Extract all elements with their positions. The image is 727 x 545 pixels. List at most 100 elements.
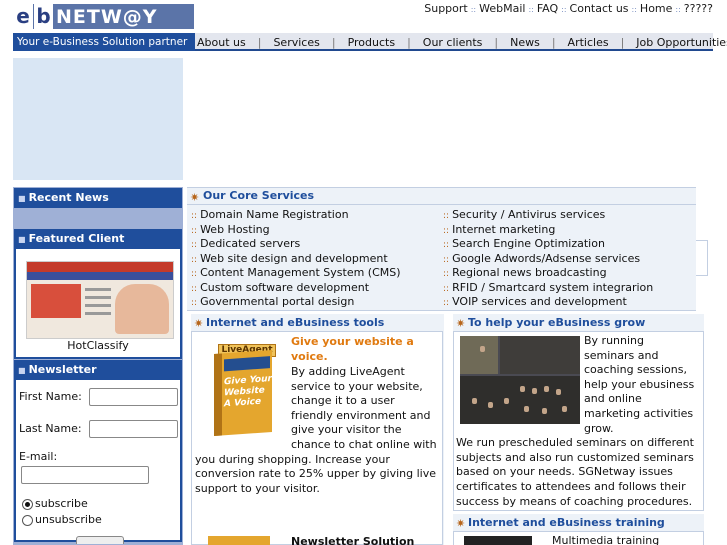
- link-home[interactable]: Home: [640, 2, 672, 15]
- grow-panel: ✷ To help your eBusiness grow By running …: [453, 314, 704, 511]
- service-item[interactable]: :: Custom software development: [191, 281, 369, 294]
- newsletter-solution-title[interactable]: Newsletter Solution: [291, 535, 414, 545]
- tagline: Your e-Business Solution partner: [13, 33, 195, 51]
- grow-description: We run prescheduled seminars on differen…: [456, 436, 694, 508]
- service-item[interactable]: :: Governmental portal design: [191, 295, 354, 308]
- core-services-panel: ✷ Our Core Services :: Domain Name Registr…: [187, 187, 696, 311]
- service-item[interactable]: :: Regional news broadcasting: [443, 266, 607, 279]
- subscribe-radio[interactable]: [22, 499, 33, 510]
- grow-title: To help your eBusiness grow: [468, 316, 646, 329]
- last-name-field[interactable]: [89, 420, 178, 438]
- unsubscribe-radio[interactable]: [22, 515, 33, 526]
- last-name-label: Last Name:: [19, 422, 82, 435]
- menu-articles[interactable]: Articles: [568, 36, 609, 49]
- training-body: Multimedia training: [453, 531, 704, 545]
- recent-news-header: ■ Recent News: [14, 188, 182, 208]
- liveagent-title[interactable]: Give your website a voice.: [291, 335, 414, 364]
- service-item[interactable]: :: Google Adwords/Adsense services: [443, 252, 640, 265]
- tools-title: Internet and eBusiness tools: [206, 316, 385, 329]
- sparkle-icon: ✷: [194, 317, 204, 330]
- sparkle-icon: ✷: [190, 191, 200, 204]
- service-item[interactable]: :: Dedicated servers: [191, 237, 300, 250]
- banner-placeholder: [13, 58, 183, 180]
- link-faq[interactable]: FAQ: [537, 2, 558, 15]
- service-item[interactable]: :: RFID / Smartcard system integrarion: [443, 281, 653, 294]
- menu-our-clients[interactable]: Our clients: [423, 36, 483, 49]
- liveagent-box-text: Give Your Website A Voice: [224, 373, 272, 410]
- training-title: Internet and eBusiness training: [468, 516, 665, 529]
- service-item[interactable]: :: Internet marketing: [443, 223, 555, 236]
- featured-client-box[interactable]: HotClassify: [14, 249, 182, 359]
- logo-letter-b: b: [33, 4, 53, 29]
- bullet-icon: ::: [443, 254, 450, 265]
- grow-intro: By running seminars and coaching session…: [584, 334, 695, 435]
- menu-divider: |: [494, 35, 499, 49]
- service-item[interactable]: :: Web Hosting: [191, 223, 270, 236]
- service-item[interactable]: :: Security / Antivirus services: [443, 208, 605, 221]
- tools-body: LiveAgent Give Your Website A Voice Give…: [191, 331, 443, 545]
- separator-icon: ::: [528, 5, 534, 14]
- tools-panel: ✷ Internet and eBusiness tools LiveAgent …: [191, 314, 444, 545]
- newsletter-product-box[interactable]: [208, 536, 270, 545]
- unsubscribe-label: unsubscribe: [35, 513, 102, 526]
- newsletter-form: First Name: Last Name: E-mail: subscribe…: [14, 380, 182, 544]
- bullet-icon: ::: [443, 240, 450, 250]
- bullet-icon: ::: [191, 283, 198, 294]
- training-header: ✷ Internet and eBusiness training: [453, 514, 665, 531]
- liveagent-product-box[interactable]: LiveAgent Give Your Website A Voice: [202, 342, 282, 437]
- menu-about-us[interactable]: About us: [197, 36, 246, 49]
- bullet-icon: ::: [191, 225, 198, 236]
- link-language[interactable]: ?????: [684, 2, 713, 15]
- first-name-field[interactable]: [89, 388, 178, 406]
- link-support[interactable]: Support: [424, 2, 467, 15]
- link-contact-us[interactable]: Contact us: [570, 2, 629, 15]
- bullet-icon: ::: [443, 211, 450, 221]
- separator-icon: ::: [631, 5, 637, 14]
- top-links: Support:: WebMail:: FAQ:: Contact us:: Home:…: [424, 2, 713, 15]
- bullet-icon: ::: [191, 298, 198, 308]
- liveagent-description-cont: you during shopping. Increase your conve…: [195, 452, 437, 495]
- menu-job-opportunities[interactable]: Job Opportunities: [636, 36, 727, 49]
- featured-client-caption[interactable]: HotClassify: [16, 339, 180, 352]
- link-webmail[interactable]: WebMail: [479, 2, 525, 15]
- newsletter-submit-button[interactable]: [76, 536, 124, 544]
- bullet-icon: ::: [191, 254, 198, 265]
- newsletter-title: Newsletter: [28, 363, 97, 376]
- newsletter-header: ■ Newsletter: [14, 360, 182, 380]
- bullet-icon: ■: [18, 194, 26, 203]
- menu-divider: |: [407, 35, 411, 49]
- tools-header: ✷ Internet and eBusiness tools: [191, 314, 384, 331]
- training-panel: ✷ Internet and eBusiness training Multime…: [453, 514, 704, 545]
- hotclassify-screenshot[interactable]: [26, 261, 174, 339]
- menu-divider: |: [257, 35, 262, 49]
- core-services-title: Our Core Services: [203, 189, 315, 202]
- logo-wordmark: NETW@Y: [56, 5, 158, 28]
- separator-icon: ::: [675, 5, 681, 14]
- core-services-header: ✷ Our Core Services: [187, 188, 696, 205]
- bullet-icon: ■: [18, 235, 26, 244]
- panel-notch: [696, 240, 708, 276]
- service-item[interactable]: :: Search Engine Optimization: [443, 237, 605, 250]
- service-item[interactable]: :: VOIP services and development: [443, 295, 627, 308]
- bullet-icon: ::: [191, 240, 198, 250]
- left-column: ■ Recent News ■ Featured Client HotClassif…: [13, 187, 183, 545]
- bullet-icon: ::: [443, 225, 450, 236]
- menu-divider: |: [331, 35, 336, 49]
- separator-icon: ::: [470, 5, 477, 14]
- sparkle-icon: ✷: [456, 317, 466, 330]
- training-first-line: Multimedia training: [552, 534, 660, 545]
- training-photo: [464, 536, 532, 545]
- seminar-photo: [460, 336, 580, 424]
- service-item[interactable]: :: Domain Name Registration: [191, 208, 349, 221]
- service-item[interactable]: :: Web site design and development: [191, 252, 388, 265]
- liveagent-description: By adding LiveAgent service to your webs…: [291, 365, 437, 451]
- menu-products[interactable]: Products: [348, 36, 396, 49]
- menu-news[interactable]: News: [510, 36, 540, 49]
- separator-icon: ::: [561, 5, 567, 14]
- featured-client-header: ■ Featured Client: [14, 229, 182, 249]
- ebnetway-logo[interactable]: e b NETW@Y: [13, 4, 194, 29]
- bullet-icon: ::: [443, 269, 450, 279]
- menu-services[interactable]: Services: [273, 36, 319, 49]
- service-item[interactable]: :: Content Management System (CMS): [191, 266, 401, 279]
- email-field[interactable]: [21, 466, 149, 484]
